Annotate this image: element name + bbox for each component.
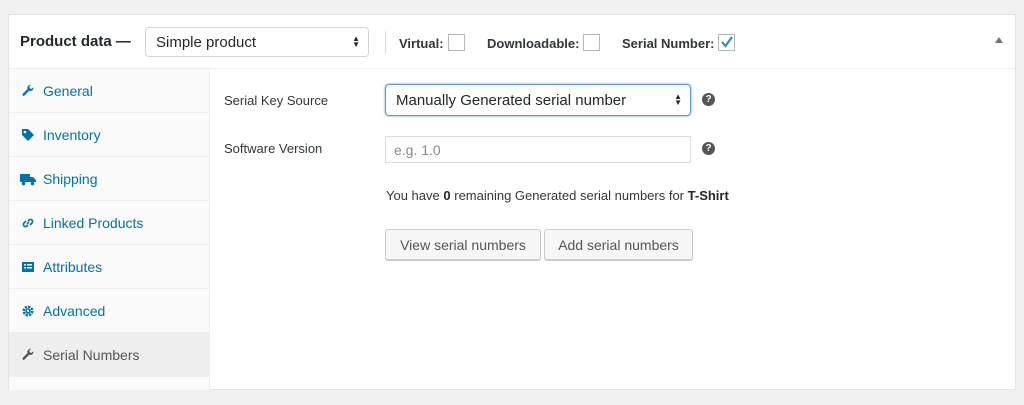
software-version-label: Software Version xyxy=(224,141,323,156)
downloadable-label: Downloadable: xyxy=(487,36,580,51)
tab-attributes[interactable]: Attributes xyxy=(9,245,209,289)
tab-shipping[interactable]: Shipping xyxy=(9,157,209,201)
tab-label: Shipping xyxy=(43,170,98,187)
serial-number-option: Serial Number: xyxy=(622,34,736,52)
virtual-label: Virtual: xyxy=(399,36,444,51)
tab-label: Inventory xyxy=(43,126,101,143)
info-prefix: You have xyxy=(386,188,440,203)
collapse-toggle-icon[interactable] xyxy=(995,37,1003,43)
panel-header: Product data — Simple product ▲ ▼ Virtual… xyxy=(9,15,1015,69)
help-icon[interactable]: ? xyxy=(702,93,715,106)
info-middle: remaining Generated serial numbers for xyxy=(454,188,685,203)
checkmark-icon xyxy=(721,36,734,48)
downloadable-option: Downloadable: xyxy=(487,34,601,52)
add-serial-numbers-button[interactable]: Add serial numbers xyxy=(544,229,693,260)
virtual-option: Virtual: xyxy=(399,34,465,52)
product-name: T-Shirt xyxy=(687,188,729,203)
tab-inventory[interactable]: Inventory xyxy=(9,113,209,157)
software-version-input[interactable] xyxy=(385,136,691,163)
wrench-icon xyxy=(20,83,36,99)
wrench-icon xyxy=(20,347,36,363)
tab-label: Linked Products xyxy=(43,214,144,231)
serial-number-checkbox[interactable] xyxy=(718,34,736,51)
product-data-panel: Product data — Simple product ▲ ▼ Virtual… xyxy=(8,14,1016,390)
tab-label: Attributes xyxy=(43,258,103,275)
tab-label: Serial Numbers xyxy=(43,346,140,363)
select-arrows-icon: ▲ ▼ xyxy=(674,92,682,107)
help-icon[interactable]: ? xyxy=(702,142,715,155)
view-serial-numbers-button[interactable]: View serial numbers xyxy=(385,229,541,260)
tab-advanced[interactable]: Advanced xyxy=(9,289,209,333)
downloadable-checkbox[interactable] xyxy=(583,34,601,51)
list-icon xyxy=(20,259,36,275)
panel-title: Product data — xyxy=(20,33,131,50)
gear-icon xyxy=(20,303,36,319)
serial-key-source-value: Manually Generated serial number xyxy=(396,91,627,109)
tab-linked-products[interactable]: Linked Products xyxy=(9,201,209,245)
remaining-count: 0 xyxy=(443,188,451,203)
remaining-serials-info: You have 0 remaining Generated serial nu… xyxy=(386,188,729,203)
product-data-tabs: General Inventory Shipping Linked Produc… xyxy=(9,69,210,390)
tag-icon xyxy=(20,127,36,143)
link-icon xyxy=(20,215,36,231)
tab-label: Advanced xyxy=(43,302,106,319)
serial-numbers-panel: Serial Key Source Manually Generated ser… xyxy=(210,69,1015,390)
truck-icon xyxy=(20,171,36,187)
tab-serial-numbers[interactable]: Serial Numbers xyxy=(9,333,209,377)
header-divider xyxy=(385,31,386,53)
tab-general[interactable]: General xyxy=(9,69,209,113)
product-type-value: Simple product xyxy=(156,33,257,51)
virtual-checkbox[interactable] xyxy=(447,34,465,51)
select-arrows-icon: ▲ ▼ xyxy=(352,34,360,49)
tab-label: General xyxy=(43,82,93,99)
serial-key-source-label: Serial Key Source xyxy=(224,93,329,108)
serial-key-source-select[interactable]: Manually Generated serial number ▲ ▼ xyxy=(385,84,691,116)
product-type-select[interactable]: Simple product ▲ ▼ xyxy=(145,27,369,57)
serial-number-label: Serial Number: xyxy=(622,36,715,51)
